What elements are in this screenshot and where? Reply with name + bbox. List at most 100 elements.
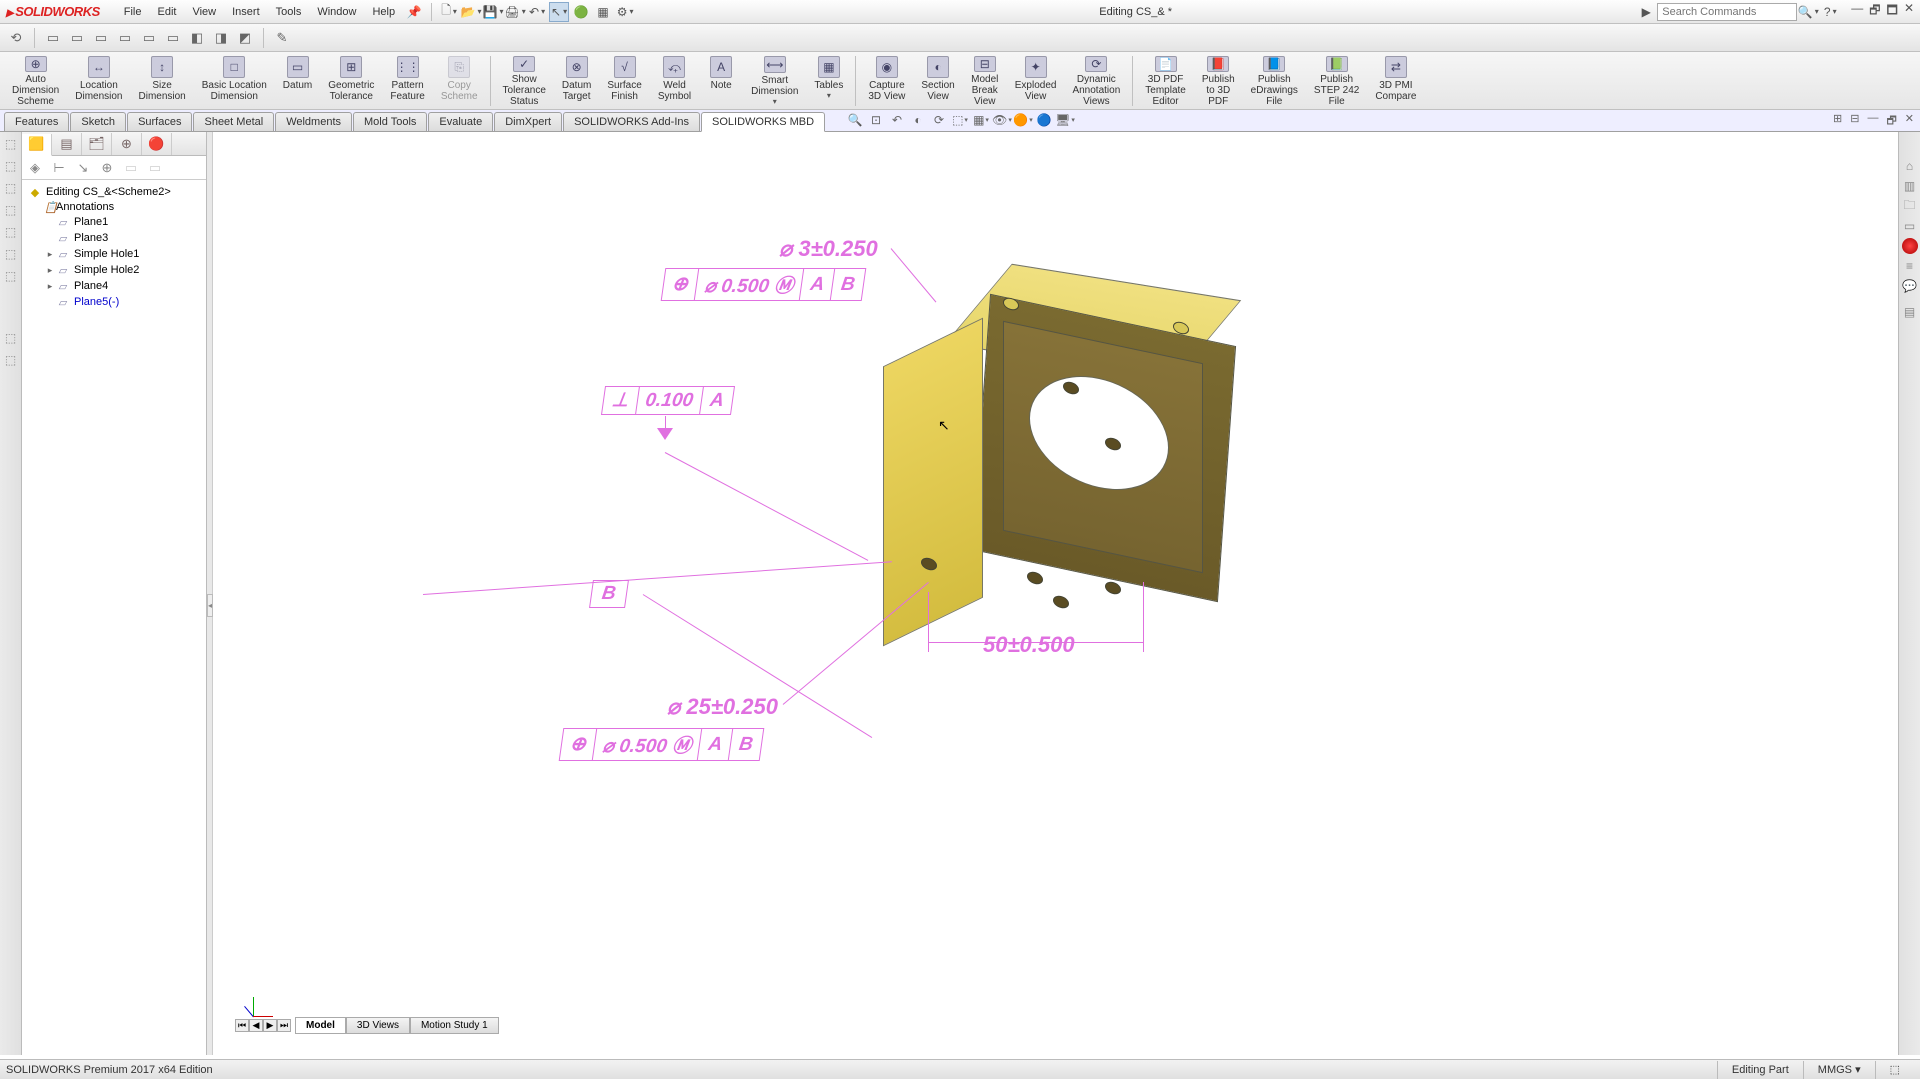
tab-nav-first[interactable]: ⏮ bbox=[235, 1019, 249, 1032]
tree-tool-5[interactable]: ▭ bbox=[122, 159, 140, 177]
rail-cfg-icon[interactable]: ⬚ bbox=[3, 202, 19, 218]
rail-dim-icon[interactable]: ⬚ bbox=[3, 224, 19, 240]
doc-window-2-icon[interactable]: ⊟ bbox=[1850, 112, 1859, 131]
ribbon-3d-pmi[interactable]: ⇄3D PMI Compare bbox=[1367, 54, 1424, 108]
restore-button[interactable]: 🗗 bbox=[1869, 1, 1880, 22]
view-top-button[interactable]: ▭ bbox=[139, 28, 159, 48]
tree-item-plane3[interactable]: ▱Plane3 bbox=[24, 230, 204, 246]
tab-evaluate[interactable]: Evaluate bbox=[428, 112, 493, 131]
bottom-tab-3dviews[interactable]: 3D Views bbox=[346, 1017, 410, 1034]
ribbon-publish[interactable]: 📕Publish to 3D PDF bbox=[1194, 54, 1243, 108]
ribbon-show[interactable]: ✓Show Tolerance Status bbox=[495, 54, 554, 108]
ribbon-datum[interactable]: ⊗Datum Target bbox=[554, 54, 599, 108]
view-dimetric-button[interactable]: ◨ bbox=[211, 28, 231, 48]
maximize-button[interactable]: 🗖 bbox=[1887, 1, 1898, 22]
dim-hole-large[interactable]: ⌀ 25±0.250 bbox=[667, 694, 778, 720]
bottom-tab-motion[interactable]: Motion Study 1 bbox=[410, 1017, 499, 1034]
tree-tab-property[interactable]: ▤ bbox=[52, 133, 82, 155]
tab-dimxpert[interactable]: DimXpert bbox=[494, 112, 562, 131]
tab-mold-tools[interactable]: Mold Tools bbox=[353, 112, 427, 131]
rail-assembly-icon[interactable]: ⬚ bbox=[3, 158, 19, 174]
tab-weldments[interactable]: Weldments bbox=[275, 112, 352, 131]
rail-forum-icon[interactable]: 💬 bbox=[1902, 278, 1918, 294]
tree-item-plane1[interactable]: ▱Plane1 bbox=[24, 214, 204, 230]
view-bottom-button[interactable]: ▭ bbox=[163, 28, 183, 48]
rail-home-icon[interactable]: ⌂ bbox=[1902, 158, 1918, 174]
doc-restore-icon[interactable]: 🗗 bbox=[1886, 112, 1896, 131]
display-style-icon[interactable]: ▦ bbox=[972, 111, 990, 129]
ribbon-auto[interactable]: ⊕Auto Dimension Scheme bbox=[4, 54, 67, 108]
tree-tab-config[interactable]: 🗂 bbox=[82, 133, 112, 155]
status-custom-icon[interactable]: ⬚ bbox=[1875, 1061, 1914, 1079]
rail-lib-icon[interactable]: ▥ bbox=[1902, 178, 1918, 194]
rail-view-icon[interactable]: ▭ bbox=[1902, 218, 1918, 234]
view-settings-icon[interactable]: 🖥 bbox=[1056, 111, 1074, 129]
pin-icon[interactable]: 📌 bbox=[404, 2, 424, 22]
ribbon-location[interactable]: ↔Location Dimension bbox=[67, 54, 130, 108]
expand-icon[interactable]: ▸ bbox=[44, 249, 56, 260]
tab-nav-next[interactable]: ▶ bbox=[263, 1019, 277, 1032]
search-mode-icon[interactable]: ▶ bbox=[1636, 2, 1656, 22]
tree-tool-6[interactable]: ▭ bbox=[146, 159, 164, 177]
rail-appear2-icon[interactable] bbox=[1902, 238, 1918, 254]
tree-item-simple-hole2[interactable]: ▸▱Simple Hole2 bbox=[24, 262, 204, 278]
datum-b[interactable]: B bbox=[591, 580, 627, 608]
close-button[interactable]: ✕ bbox=[1904, 1, 1914, 22]
appearance-icon[interactable]: 🟠 bbox=[1014, 111, 1032, 129]
tree-tab-feature[interactable]: 🟨 bbox=[22, 134, 52, 156]
ribbon-geometric[interactable]: ⊞Geometric Tolerance bbox=[320, 54, 382, 108]
ribbon-tables[interactable]: ▦Tables▾ bbox=[806, 54, 851, 108]
tree-root[interactable]: ◆ Editing CS_&<Scheme2> bbox=[24, 184, 204, 200]
ribbon-model[interactable]: ⊟Model Break View bbox=[963, 54, 1007, 108]
doc-close-icon[interactable]: ✕ bbox=[1905, 112, 1914, 131]
tab-solidworks-add-ins[interactable]: SOLIDWORKS Add-Ins bbox=[563, 112, 700, 131]
rebuild-button[interactable]: 🟢 bbox=[571, 2, 591, 22]
ribbon-note[interactable]: ANote bbox=[699, 54, 743, 108]
tab-solidworks-mbd[interactable]: SOLIDWORKS MBD bbox=[701, 112, 825, 132]
rail-prop-icon[interactable]: ⬚ bbox=[3, 246, 19, 262]
ribbon-weld[interactable]: ⤽Weld Symbol bbox=[650, 54, 699, 108]
save-button[interactable]: 💾 bbox=[483, 2, 503, 22]
view-iso-button[interactable]: ◧ bbox=[187, 28, 207, 48]
zoom-fit-icon[interactable]: 🔍 bbox=[846, 111, 864, 129]
dim-width[interactable]: 50±0.500 bbox=[983, 632, 1075, 658]
bottom-tab-model[interactable]: Model bbox=[295, 1017, 346, 1034]
hidden-lines-button[interactable]: ✎ bbox=[272, 28, 292, 48]
ribbon-publish[interactable]: 📗Publish STEP 242 File bbox=[1306, 54, 1367, 108]
tree-item-plane5-[interactable]: ▱Plane5(-) bbox=[24, 294, 204, 310]
rail-drawing-icon[interactable]: ⬚ bbox=[3, 180, 19, 196]
ribbon-capture[interactable]: ◉Capture 3D View bbox=[860, 54, 913, 108]
expand-icon[interactable]: ▸ bbox=[44, 281, 56, 292]
view-left-button[interactable]: ▭ bbox=[91, 28, 111, 48]
tree-tab-display[interactable]: 🔴 bbox=[142, 133, 172, 155]
ribbon-dynamic[interactable]: ⟳Dynamic Annotation Views bbox=[1064, 54, 1128, 108]
rail-explorer-icon[interactable]: 🗀 bbox=[1902, 198, 1918, 214]
tab-features[interactable]: Features bbox=[4, 112, 69, 131]
tab-surfaces[interactable]: Surfaces bbox=[127, 112, 192, 131]
tab-nav-last[interactable]: ⏭ bbox=[277, 1019, 291, 1032]
tab-nav-prev[interactable]: ◀ bbox=[249, 1019, 263, 1032]
tree-item-annotations[interactable]: ▸📋Annotations bbox=[24, 200, 204, 214]
ribbon-publish[interactable]: 📘Publish eDrawings File bbox=[1243, 54, 1306, 108]
ribbon-exploded[interactable]: ✦Exploded View bbox=[1007, 54, 1065, 108]
tree-tool-3[interactable]: ↘ bbox=[74, 159, 92, 177]
doc-window-1-icon[interactable]: ⊞ bbox=[1833, 112, 1842, 131]
prev-view-icon[interactable]: ↶ bbox=[888, 111, 906, 129]
view-front-button[interactable]: ▭ bbox=[43, 28, 63, 48]
fcf-perpendicularity[interactable]: ⊥ 0.100 A bbox=[603, 386, 733, 415]
view-right-button[interactable]: ▭ bbox=[115, 28, 135, 48]
ribbon-pattern[interactable]: ⋮⋮Pattern Feature bbox=[382, 54, 432, 108]
open-doc-button[interactable]: 📂 bbox=[461, 2, 481, 22]
scene-icon[interactable]: 🔵 bbox=[1035, 111, 1053, 129]
rail-misc1-icon[interactable]: ⬚ bbox=[3, 330, 19, 346]
ribbon-3d-pdf[interactable]: 📄3D PDF Template Editor bbox=[1137, 54, 1194, 108]
minimize-button[interactable]: — bbox=[1851, 1, 1863, 22]
options-button[interactable]: ⚙ bbox=[615, 2, 635, 22]
section-view-icon[interactable]: ◐ bbox=[909, 111, 927, 129]
ribbon-basic-location[interactable]: □Basic Location Dimension bbox=[194, 54, 275, 108]
view-orientation-icon[interactable]: ⬚ bbox=[951, 111, 969, 129]
fcf-position-2[interactable]: ⊕ ⌀ 0.500 Ⓜ A B bbox=[561, 728, 762, 761]
rail-prop2-icon[interactable]: ≡ bbox=[1902, 258, 1918, 274]
view-back-button[interactable]: ▭ bbox=[67, 28, 87, 48]
menu-view[interactable]: View bbox=[184, 6, 224, 18]
